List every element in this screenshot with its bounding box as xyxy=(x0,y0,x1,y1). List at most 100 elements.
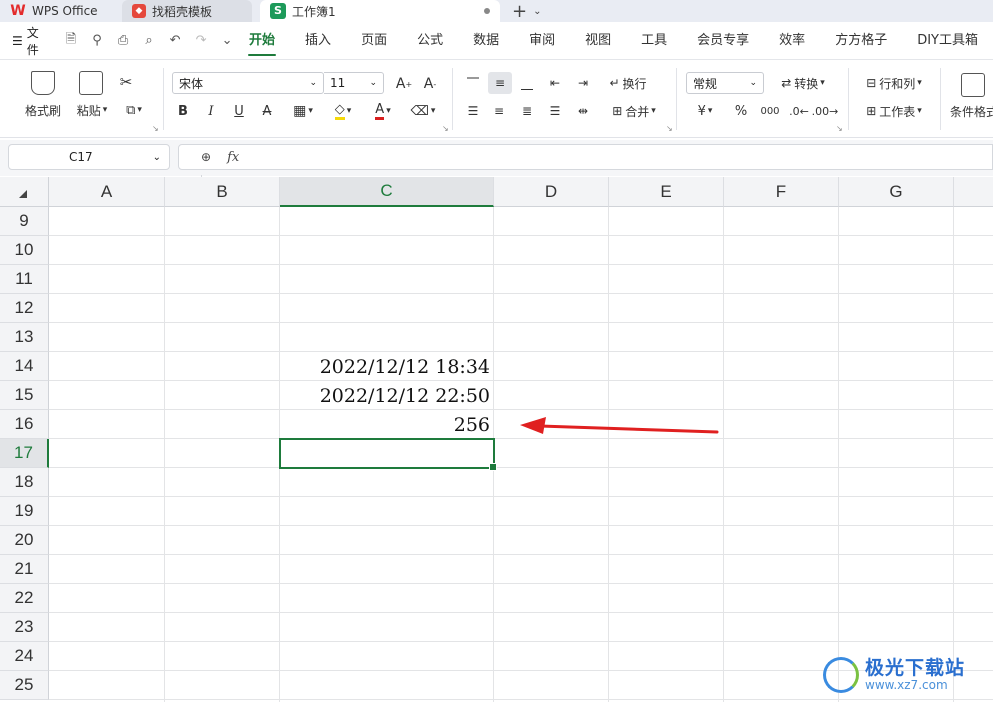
distribute-icon[interactable]: ⇹ xyxy=(572,100,594,122)
paste-icon[interactable] xyxy=(78,70,104,96)
tab-review[interactable]: 审阅 xyxy=(514,22,570,60)
convert-button[interactable]: ⇄ 转换 ▾ xyxy=(772,72,834,94)
row-header-18[interactable]: 18 xyxy=(0,468,49,497)
tab-data[interactable]: 数据 xyxy=(458,22,514,60)
align-left-icon[interactable]: ☰ xyxy=(462,100,484,122)
tab-fangfang[interactable]: 方方格子 xyxy=(820,22,902,60)
row-header-20[interactable]: 20 xyxy=(0,526,49,555)
row-header-17[interactable]: 17 xyxy=(0,439,49,468)
copy-icon[interactable]: ⧉ ▾ xyxy=(116,100,152,120)
rows-cols-button[interactable]: ⊟ 行和列 ▾ xyxy=(858,72,930,94)
print-icon[interactable]: ⎙ xyxy=(116,33,130,48)
tab-view[interactable]: 视图 xyxy=(570,22,626,60)
currency-button[interactable]: ¥ ▾ xyxy=(688,100,722,122)
tab-wps-office[interactable]: W WPS Office xyxy=(0,0,118,22)
row-header-21[interactable]: 21 xyxy=(0,555,49,584)
align-center-icon[interactable]: ≡ xyxy=(488,100,510,122)
pin-icon[interactable]: ⚲ xyxy=(90,33,104,48)
row-header-11[interactable]: 11 xyxy=(0,265,49,294)
chevron-down-icon[interactable]: ⌄ xyxy=(220,33,234,48)
row-header-22[interactable]: 22 xyxy=(0,584,49,613)
zoom-icon[interactable]: ⊕ xyxy=(201,150,211,164)
chevron-down-icon[interactable]: ⌄ xyxy=(533,6,541,17)
active-cell-c17[interactable] xyxy=(279,438,497,471)
align-bottom-icon[interactable]: ⎽ xyxy=(516,72,538,94)
cut-icon[interactable]: ✂ xyxy=(116,72,136,92)
row-header-13[interactable]: 13 xyxy=(0,323,49,352)
column-header-b[interactable]: B xyxy=(165,177,280,207)
align-top-icon[interactable]: ⎺ xyxy=(462,72,484,94)
row-header-23[interactable]: 23 xyxy=(0,613,49,642)
format-painter-button[interactable]: 格式刷 xyxy=(18,100,68,120)
print-preview-icon[interactable]: ⌕ xyxy=(142,33,156,48)
tab-page[interactable]: 页面 xyxy=(346,22,402,60)
underline-button[interactable]: U xyxy=(230,101,248,121)
decrease-decimal-icon[interactable]: .00→ xyxy=(812,100,839,122)
spreadsheet-grid[interactable]: A B C D E F G 9 10 11 12 13 14 15 16 17 … xyxy=(0,177,993,702)
tab-templates[interactable]: ◆ 找稻壳模板 xyxy=(122,0,252,22)
column-header-d[interactable]: D xyxy=(494,177,609,207)
strikethrough-button[interactable]: A xyxy=(258,101,276,121)
column-header-a[interactable]: A xyxy=(49,177,165,207)
dialog-launcher-icon[interactable]: ↘ xyxy=(836,124,843,133)
cell-c15[interactable]: 2022/12/12 22:50 xyxy=(280,381,494,410)
grow-font-button[interactable]: A + xyxy=(394,74,414,94)
increase-indent-icon[interactable]: ⇥ xyxy=(572,72,594,94)
chevron-down-icon[interactable]: ⌄ xyxy=(153,152,161,163)
format-painter-icon[interactable] xyxy=(28,70,58,96)
row-header-14[interactable]: 14 xyxy=(0,352,49,381)
merge-button[interactable]: ⊞ 合并 ▾ xyxy=(602,100,666,122)
paste-button[interactable]: 粘贴 ▾ xyxy=(70,100,114,120)
dialog-launcher-icon[interactable]: ↘ xyxy=(152,124,159,133)
column-header-c[interactable]: C xyxy=(280,177,494,207)
thousands-button[interactable]: 000 xyxy=(758,100,782,122)
wrap-text-button[interactable]: ↵ 换行 xyxy=(602,72,654,94)
column-header-f[interactable]: F xyxy=(724,177,839,207)
tab-formula[interactable]: 公式 xyxy=(402,22,458,60)
align-middle-icon[interactable]: ≡ xyxy=(488,72,512,94)
column-header-e[interactable]: E xyxy=(609,177,724,207)
unsaved-dot-icon[interactable] xyxy=(484,8,490,14)
save-icon[interactable]: 🗎 xyxy=(64,30,78,52)
tab-efficiency[interactable]: 效率 xyxy=(764,22,820,60)
row-header-24[interactable]: 24 xyxy=(0,642,49,671)
column-header-partial[interactable] xyxy=(954,177,993,207)
tab-workbook[interactable]: S 工作簿1 xyxy=(260,0,500,22)
new-tab-button[interactable]: + ⌄ xyxy=(500,0,541,22)
row-header-12[interactable]: 12 xyxy=(0,294,49,323)
undo-icon[interactable]: ↶ xyxy=(168,33,182,48)
tab-insert[interactable]: 插入 xyxy=(290,22,346,60)
dialog-launcher-icon[interactable]: ↘ xyxy=(442,124,449,133)
decrease-indent-icon[interactable]: ⇤ xyxy=(544,72,566,94)
row-header-16[interactable]: 16 xyxy=(0,410,49,439)
row-header-19[interactable]: 19 xyxy=(0,497,49,526)
number-format-select[interactable]: 常规 ⌄ xyxy=(686,72,764,94)
formula-input-area[interactable]: ⊕ fx xyxy=(178,144,993,191)
cell-c16[interactable]: 256 xyxy=(280,410,494,439)
font-name-select[interactable]: 宋体 ⌄ xyxy=(172,72,324,94)
select-all-corner[interactable] xyxy=(0,177,49,207)
row-header-25[interactable]: 25 xyxy=(0,671,49,700)
row-header-9[interactable]: 9 xyxy=(0,207,49,236)
row-header-10[interactable]: 10 xyxy=(0,236,49,265)
redo-icon[interactable]: ↷ xyxy=(194,33,208,48)
tab-home[interactable]: 开始 xyxy=(234,22,290,60)
clear-format-button[interactable]: ⌫ ▾ xyxy=(406,101,440,121)
align-right-icon[interactable]: ≣ xyxy=(516,100,538,122)
conditional-format-button[interactable]: 条件格式 xyxy=(950,100,993,122)
cell-c14[interactable]: 2022/12/12 18:34 xyxy=(280,352,494,381)
tab-member[interactable]: 会员专享 xyxy=(682,22,764,60)
shrink-font-button[interactable]: A- xyxy=(420,74,440,94)
percent-button[interactable]: % xyxy=(730,100,752,122)
italic-button[interactable]: I xyxy=(202,101,220,121)
file-menu-button[interactable]: ☰ 文件 xyxy=(0,24,48,58)
increase-decimal-icon[interactable]: .0← xyxy=(788,100,810,122)
fill-color-button[interactable]: ◇ ▾ xyxy=(326,101,360,121)
fx-icon[interactable]: fx xyxy=(227,150,239,165)
tab-tools[interactable]: 工具 xyxy=(626,22,682,60)
font-size-select[interactable]: 11 ⌄ xyxy=(324,72,384,94)
dialog-launcher-icon[interactable]: ↘ xyxy=(666,124,673,133)
conditional-format-icon[interactable] xyxy=(960,72,986,98)
row-header-15[interactable]: 15 xyxy=(0,381,49,410)
tab-diy[interactable]: DIY工具箱 xyxy=(902,22,993,60)
